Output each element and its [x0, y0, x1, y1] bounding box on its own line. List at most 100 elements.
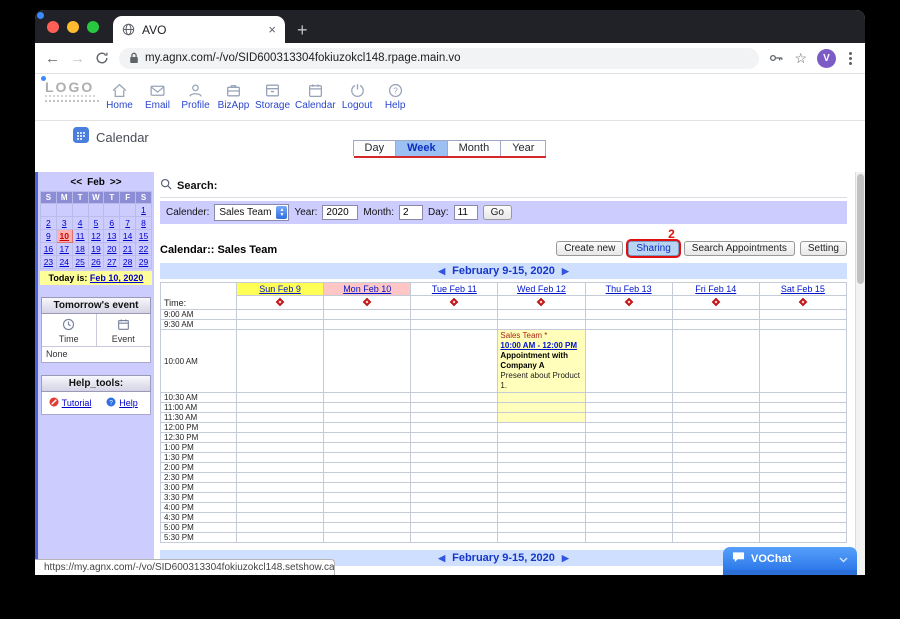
mini-day-link[interactable]: 11 — [76, 231, 85, 241]
day-alert-cell[interactable] — [497, 295, 586, 310]
mini-day-cell[interactable]: 7 — [119, 216, 137, 230]
back-button[interactable]: ← — [45, 51, 60, 66]
forward-button[interactable]: → — [70, 51, 85, 66]
browser-tab[interactable]: AVO × — [113, 16, 285, 43]
mini-day-link[interactable]: 15 — [139, 231, 148, 241]
day-alert-cell[interactable] — [758, 295, 848, 310]
mini-day-link[interactable]: 27 — [107, 257, 116, 267]
day-link[interactable]: Tue Feb 11 — [432, 284, 477, 294]
next-month-button[interactable]: >> — [110, 177, 122, 188]
alert-icon[interactable] — [711, 297, 721, 307]
nav-item-calendar[interactable]: Calendar — [295, 80, 336, 111]
nav-item-profile[interactable]: Profile — [179, 80, 212, 111]
mini-day-link[interactable]: 18 — [75, 244, 84, 254]
day-alert-cell[interactable] — [671, 295, 760, 310]
tab-year[interactable]: Year — [500, 140, 547, 156]
mini-day-cell[interactable]: 18 — [71, 242, 89, 256]
calendar-select[interactable]: Sales Team ▲ ▼ — [214, 204, 290, 221]
alert-icon[interactable] — [537, 297, 546, 307]
mini-day-cell[interactable]: 25 — [71, 255, 89, 269]
mini-day-link[interactable]: 23 — [44, 257, 53, 267]
day-link[interactable]: Wed Feb 12 — [517, 284, 566, 294]
minimize-window-button[interactable] — [67, 20, 79, 33]
mini-day-cell[interactable]: 14 — [119, 229, 137, 243]
sharing-button[interactable]: Sharing — [628, 241, 679, 256]
event-cell[interactable]: Sales Team * 10:00 AM - 12:00 PM Appointm… — [497, 329, 586, 393]
mini-day-cell[interactable]: 8 — [135, 216, 152, 230]
nav-item-help[interactable]: ? Help — [379, 80, 412, 111]
mini-day-cell[interactable]: 19 — [87, 242, 105, 256]
today-date-link[interactable]: Feb 10, 2020 — [90, 273, 144, 283]
month-input[interactable] — [399, 205, 423, 220]
setting-button[interactable]: Setting — [799, 241, 847, 256]
new-tab-button[interactable]: + — [297, 21, 308, 39]
day-link[interactable]: Mon Feb 10 — [343, 284, 391, 294]
mini-day-link[interactable]: 29 — [139, 257, 148, 267]
close-window-button[interactable] — [47, 20, 59, 33]
mini-day-cell[interactable]: 5 — [87, 216, 105, 230]
mini-day-cell[interactable]: 13 — [103, 229, 121, 243]
mini-day-cell[interactable]: 9 — [40, 229, 57, 243]
help-link[interactable]: Help — [119, 398, 138, 408]
vochat-widget[interactable]: VOChat — [723, 547, 857, 575]
mini-day-link[interactable]: 5 — [94, 218, 99, 228]
password-key-icon[interactable] — [769, 52, 784, 64]
mini-day-link[interactable]: 8 — [141, 218, 146, 228]
prev-week-button[interactable]: ◀ — [438, 266, 445, 277]
mini-day-cell[interactable]: 26 — [87, 255, 105, 269]
day-link[interactable]: Thu Feb 13 — [606, 284, 652, 294]
mini-day-link[interactable]: 3 — [62, 218, 67, 228]
mini-day-cell[interactable]: 20 — [103, 242, 121, 256]
mini-day-link[interactable]: 7 — [125, 218, 130, 228]
create-new-button[interactable]: Create new — [556, 241, 624, 256]
mini-day-link[interactable]: 21 — [123, 244, 132, 254]
mini-day-cell[interactable]: 28 — [119, 255, 137, 269]
nav-item-bizapp[interactable]: BizApp — [217, 80, 250, 111]
day-link[interactable]: Fri Feb 14 — [695, 284, 736, 294]
mini-day-link[interactable]: 17 — [60, 244, 69, 254]
mini-day-link[interactable]: 28 — [123, 257, 132, 267]
tab-month[interactable]: Month — [446, 140, 502, 156]
alert-icon[interactable] — [624, 297, 633, 307]
prev-week-button[interactable]: ◀ — [438, 553, 445, 564]
day-link[interactable]: Sat Feb 15 — [781, 284, 825, 294]
mini-day-link[interactable]: 16 — [44, 244, 53, 254]
mini-day-link[interactable]: 9 — [46, 231, 51, 241]
search-appointments-button[interactable]: Search Appointments — [683, 241, 795, 256]
next-week-button[interactable]: ▶ — [562, 266, 569, 277]
day-alert-cell[interactable] — [584, 295, 673, 310]
tab-close-icon[interactable]: × — [268, 23, 276, 36]
mini-day-link[interactable]: 24 — [60, 257, 69, 267]
mini-day-cell[interactable]: 21 — [119, 242, 137, 256]
bookmark-star-icon[interactable]: ☆ — [794, 50, 807, 67]
mini-day-link[interactable]: 22 — [139, 244, 148, 254]
mini-day-cell[interactable]: 6 — [103, 216, 121, 230]
address-bar[interactable]: my.agnx.com/-/vo/SID600313304fokiuzokcl1… — [119, 47, 760, 69]
nav-item-email[interactable]: Email — [141, 80, 174, 111]
mini-day-link[interactable]: 26 — [91, 257, 100, 267]
mini-day-link[interactable]: 2 — [46, 218, 51, 228]
scrollbar-thumb[interactable] — [857, 174, 864, 284]
mini-day-cell[interactable]: 11 — [71, 229, 89, 243]
mini-day-link[interactable]: 20 — [107, 244, 116, 254]
mini-day-link[interactable]: 6 — [109, 218, 114, 228]
vochat-bar[interactable]: VOChat — [723, 547, 857, 570]
day-alert-cell[interactable] — [323, 295, 412, 310]
mini-day-link[interactable]: 14 — [123, 231, 132, 241]
alert-icon[interactable] — [450, 297, 459, 307]
mini-day-cell[interactable]: 17 — [55, 242, 73, 256]
mini-day-cell[interactable]: 29 — [135, 255, 152, 269]
go-button[interactable]: Go — [482, 205, 512, 220]
alert-icon[interactable] — [275, 297, 285, 307]
alert-icon[interactable] — [362, 297, 372, 307]
maximize-window-button[interactable] — [87, 20, 99, 33]
mini-day-link[interactable]: 4 — [78, 218, 83, 228]
mini-day-cell[interactable]: 10 — [55, 229, 73, 243]
mini-day-link[interactable]: 1 — [141, 205, 146, 215]
mini-day-cell[interactable]: 12 — [87, 229, 105, 243]
prev-month-button[interactable]: << — [70, 177, 82, 188]
day-alert-cell[interactable] — [410, 295, 499, 310]
mini-day-cell[interactable]: 23 — [40, 255, 57, 269]
mini-day-link[interactable]: 13 — [107, 231, 116, 241]
mini-day-link[interactable]: 25 — [75, 257, 84, 267]
